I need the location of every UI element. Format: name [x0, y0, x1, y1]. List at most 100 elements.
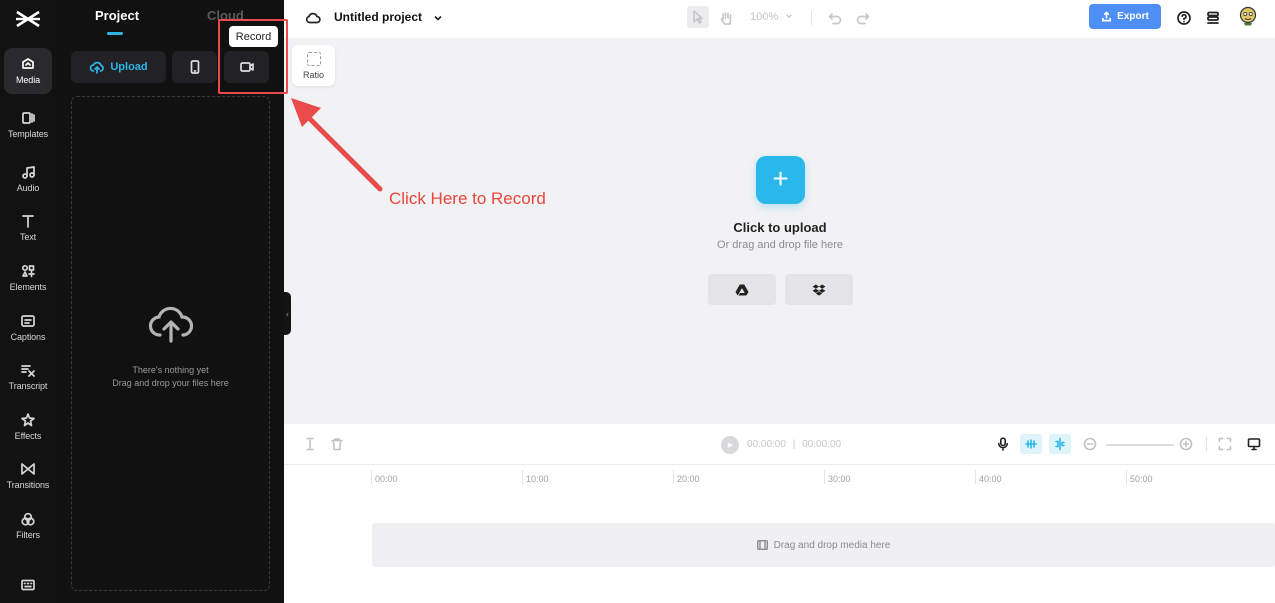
- upload-subtitle: Or drag and drop file here: [717, 239, 843, 251]
- layers-menu-button[interactable]: [1203, 8, 1223, 28]
- time-display: 00:00:00 | 00:00:00: [747, 439, 841, 450]
- current-time: 00:00:00: [747, 439, 786, 450]
- tick-line: [975, 470, 976, 484]
- zoom-in-button[interactable]: [1177, 435, 1195, 453]
- link-track-icon: [1055, 437, 1065, 451]
- undo-icon: [828, 13, 842, 25]
- record-tooltip: Record: [229, 26, 278, 47]
- rail-label: Captions: [10, 332, 46, 342]
- ratio-button[interactable]: Ratio: [292, 45, 335, 86]
- tick-line: [371, 470, 372, 484]
- rail-item-elements[interactable]: Elements: [4, 255, 52, 301]
- time-tick: 30:00: [828, 474, 851, 484]
- google-drive-icon: [735, 284, 749, 295]
- capcut-logo: [16, 10, 40, 28]
- rail-item-captions[interactable]: Captions: [4, 305, 52, 351]
- annotation-text: Click Here to Record: [389, 189, 546, 208]
- voiceover-button[interactable]: [994, 435, 1012, 453]
- rail-item-filters[interactable]: Filters: [4, 503, 52, 549]
- phone-icon: [190, 60, 199, 74]
- rail-item-media[interactable]: Media: [4, 48, 52, 94]
- trash-icon: [331, 438, 343, 451]
- total-time: 00:00:00: [802, 439, 842, 450]
- magnet-snap-button[interactable]: [1020, 434, 1042, 454]
- time-tick: 00:00: [375, 474, 398, 484]
- media-icon: [22, 58, 34, 69]
- chevron-left-icon: ‹: [286, 308, 289, 319]
- fit-timeline-button[interactable]: [1216, 435, 1234, 453]
- timeline-zoom-slider[interactable]: [1106, 444, 1174, 446]
- media-dropzone[interactable]: There's nothing yet Drag and drop your f…: [71, 96, 270, 591]
- snap-icon: [1025, 439, 1037, 449]
- rail-item-transitions[interactable]: Transitions: [4, 453, 52, 499]
- export-icon: [1102, 11, 1112, 22]
- cloud-sync-button[interactable]: [303, 8, 323, 28]
- project-title[interactable]: Untitled project: [334, 10, 443, 24]
- monitor-icon: [1247, 438, 1261, 451]
- zoom-dropdown[interactable]: 100%: [750, 11, 793, 23]
- time-tick: 50:00: [1130, 474, 1153, 484]
- redo-button[interactable]: [853, 8, 873, 28]
- plus-icon: +: [772, 162, 789, 194]
- chevron-down-icon: [434, 15, 442, 21]
- phone-upload-button[interactable]: [172, 51, 217, 83]
- track-hint: Drag and drop media here: [773, 539, 891, 551]
- help-button[interactable]: [1174, 8, 1194, 28]
- upload-button[interactable]: Upload: [71, 51, 166, 83]
- rail-label: Effects: [14, 431, 42, 441]
- link-track-button[interactable]: [1049, 434, 1071, 454]
- rail-label: Media: [15, 75, 40, 85]
- pointer-icon: [693, 10, 703, 24]
- select-tool-button[interactable]: [687, 6, 709, 28]
- tick-line: [522, 470, 523, 484]
- dropbox-button[interactable]: [785, 274, 853, 305]
- stack-icon: [1207, 11, 1219, 24]
- rail-item-templates[interactable]: Templates: [4, 102, 52, 148]
- rail-label: Transitions: [6, 480, 50, 490]
- main-track-dropzone[interactable]: Drag and drop media here: [372, 523, 1275, 567]
- rail-item-effects[interactable]: Effects: [4, 404, 52, 450]
- delete-button[interactable]: [328, 435, 346, 453]
- redo-icon: [856, 13, 870, 25]
- rail-label: Text: [19, 232, 37, 242]
- split-icon: [306, 437, 314, 451]
- rail-item-audio[interactable]: Audio: [4, 156, 52, 202]
- chevron-down-icon: [786, 14, 793, 19]
- slider-knob[interactable]: [1105, 441, 1113, 449]
- export-button[interactable]: Export: [1089, 4, 1161, 29]
- project-title-text: Untitled project: [334, 10, 423, 24]
- rail-item-transcript[interactable]: Transcript: [4, 354, 52, 400]
- upload-label: Upload: [110, 61, 148, 73]
- tab-project[interactable]: Project: [95, 8, 139, 23]
- microphone-icon: [998, 437, 1008, 451]
- upload-plus-button[interactable]: +: [756, 156, 805, 204]
- rail-item-text[interactable]: Text: [4, 205, 52, 251]
- play-button[interactable]: ▶: [721, 436, 739, 454]
- panel-collapse-handle[interactable]: ‹: [284, 292, 291, 335]
- keyboard-shortcuts-button[interactable]: [4, 570, 52, 598]
- time-tick: 10:00: [526, 474, 549, 484]
- left-rail: Media Templates Audio Text Elements Capt…: [0, 0, 57, 603]
- google-drive-button[interactable]: [708, 274, 776, 305]
- tick-line: [1126, 470, 1127, 484]
- captions-icon: [21, 315, 35, 327]
- tick-line: [824, 470, 825, 484]
- upload-title[interactable]: Click to upload: [680, 220, 880, 235]
- transcript-icon: [21, 365, 35, 377]
- preview-button[interactable]: [1245, 435, 1263, 453]
- rail-label: Transcript: [8, 381, 48, 391]
- keyboard-icon: [21, 579, 35, 591]
- split-tool-button[interactable]: [301, 435, 319, 453]
- transitions-icon: [21, 463, 35, 475]
- time-tick: 40:00: [979, 474, 1002, 484]
- avatar[interactable]: [1239, 6, 1257, 26]
- zoom-out-button[interactable]: [1081, 435, 1099, 453]
- empty-state-hint: Drag and drop your files here: [112, 378, 229, 388]
- hand-tool-button[interactable]: [716, 8, 736, 28]
- export-label: Export: [1117, 11, 1149, 22]
- undo-button[interactable]: [825, 8, 845, 28]
- elements-icon: [21, 264, 35, 278]
- toolbar-divider: [811, 11, 812, 25]
- templates-icon: [22, 112, 35, 124]
- timeline-divider: [284, 464, 1275, 465]
